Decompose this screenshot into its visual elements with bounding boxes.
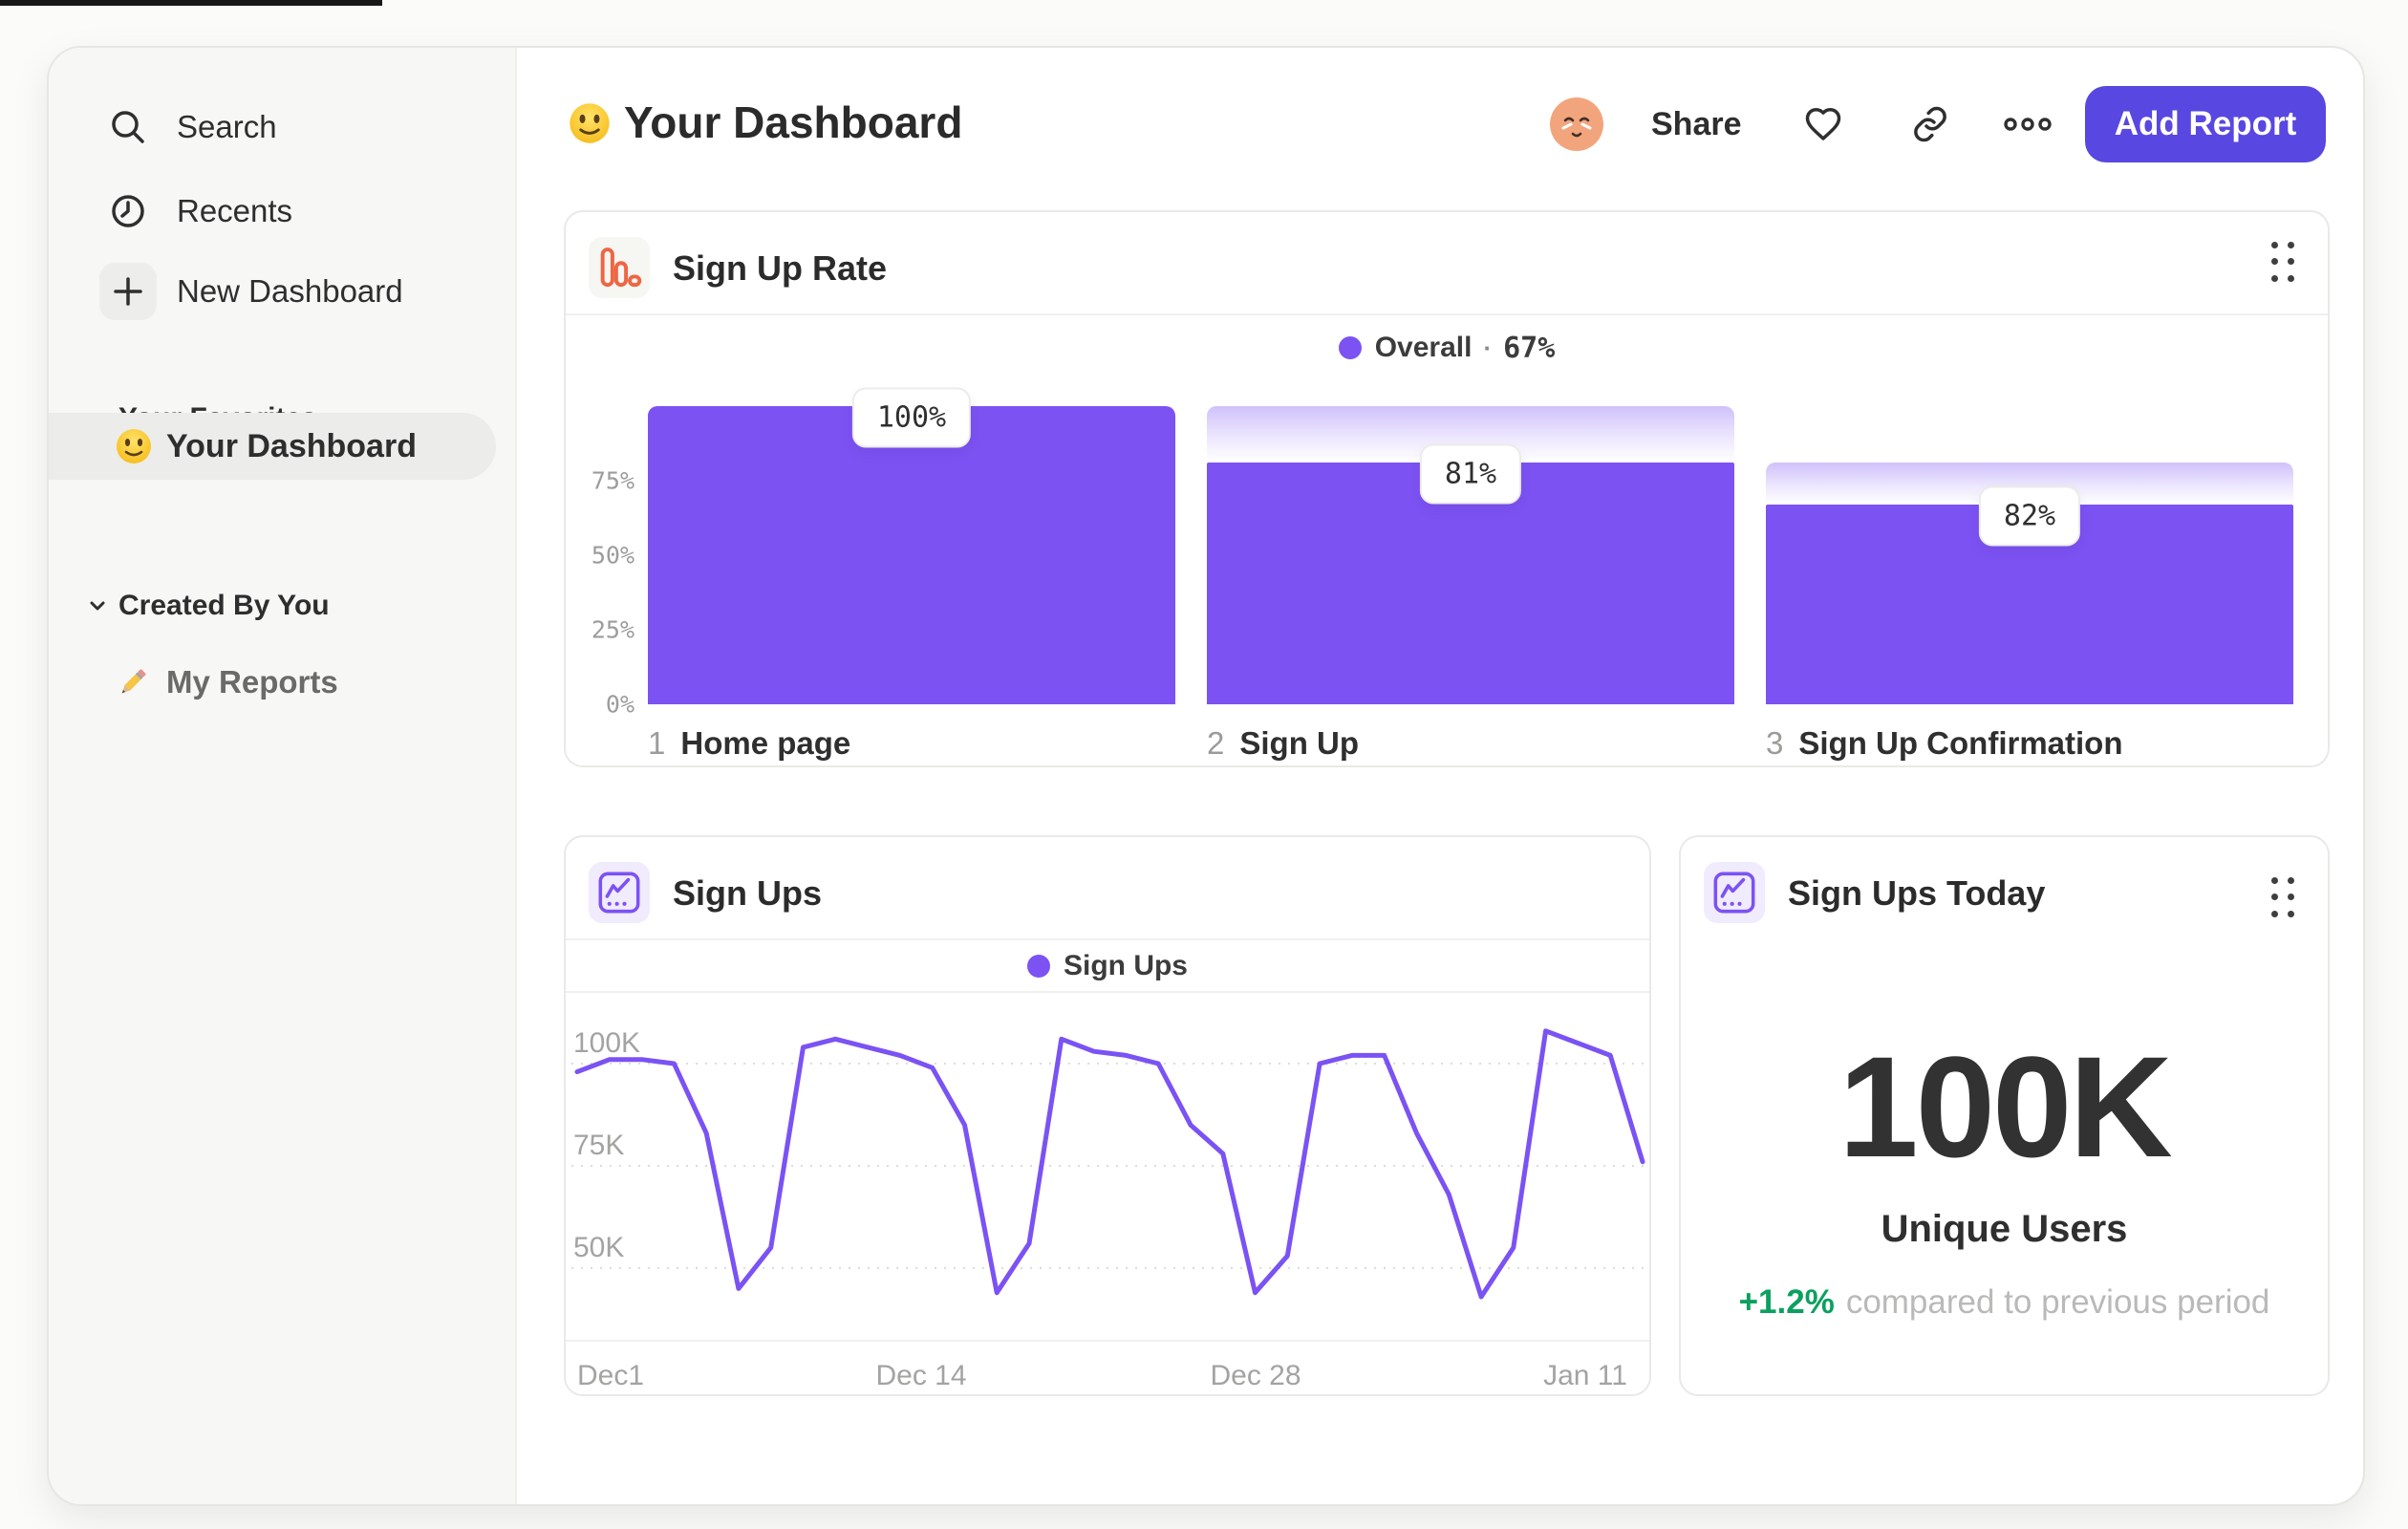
line-x-tick: Dec1 xyxy=(577,1360,644,1391)
line-y-tick: 100K xyxy=(573,1027,640,1059)
chevron-down-icon xyxy=(86,594,109,617)
line-x-tick: Dec 14 xyxy=(875,1360,966,1391)
sidebar-item-your-dashboard[interactable]: Your Dashboard xyxy=(49,413,496,480)
smiley-emoji-icon xyxy=(568,101,612,145)
search-icon xyxy=(99,98,157,156)
kpi-label: Unique Users xyxy=(1881,1208,2128,1250)
funnel-step-label: 2 Sign Up xyxy=(1207,725,1360,761)
sidebar-section-created-by-you[interactable]: Created By You xyxy=(49,583,515,629)
smiley-emoji-icon xyxy=(115,427,153,465)
sidebar-item-search[interactable]: Search xyxy=(49,94,515,161)
funnel-step-badge: 81% xyxy=(1419,443,1522,505)
screen: Search Recents New Dashboard Your Favori… xyxy=(0,0,2408,1529)
clock-icon xyxy=(99,183,157,240)
favorite-heart-icon[interactable] xyxy=(1800,101,1846,147)
line-y-tick: 75K xyxy=(573,1130,624,1161)
drag-handle[interactable] xyxy=(2267,872,2299,922)
funnel-y-tick: 0% xyxy=(605,690,634,719)
line-chart: 100K 75K 50K Dec1 Dec 14 Dec 28 Jan 11 xyxy=(566,991,1649,1394)
card-sign-up-rate: Sign Up Rate Overall · 67% 75% 50% 25% 0% 10… xyxy=(564,210,2330,767)
line-x-tick: Dec 28 xyxy=(1210,1360,1301,1391)
line-y-tick: 50K xyxy=(573,1232,624,1263)
kpi-delta-row: +1.2% compared to previous period xyxy=(1681,1283,2328,1322)
more-options-ellipsis-icon[interactable] xyxy=(2002,107,2052,153)
background-strip xyxy=(0,0,382,6)
card-sign-ups-today: Sign Ups Today 100K Unique Users +1.2% co… xyxy=(1679,835,2330,1396)
sidebar-item-label: New Dashboard xyxy=(177,273,403,309)
avatar[interactable] xyxy=(1550,97,1603,151)
legend-dot-icon xyxy=(1026,954,1050,978)
page-title: Your Dashboard xyxy=(624,97,963,147)
funnel-y-tick: 50% xyxy=(591,541,634,570)
sidebar-item-recents[interactable]: Recents xyxy=(49,178,515,245)
card-title: Sign Ups xyxy=(673,873,823,913)
kpi-value: 100K xyxy=(1838,1026,2173,1187)
line-x-tick: Jan 11 xyxy=(1543,1360,1627,1391)
kpi-delta: +1.2% xyxy=(1738,1283,1835,1321)
funnel-y-tick: 25% xyxy=(591,615,634,644)
line-series-sign-ups xyxy=(574,1028,1645,1300)
sidebar-item-new-dashboard[interactable]: New Dashboard xyxy=(49,258,515,325)
line-chart-icon xyxy=(1704,862,1765,923)
share-button[interactable]: Share xyxy=(1651,106,1742,143)
legend-sign-ups[interactable]: Sign Ups xyxy=(566,940,1649,991)
sidebar-item-label: Your Dashboard xyxy=(166,427,417,464)
copy-link-icon[interactable] xyxy=(1907,101,1953,147)
sidebar-item-label: Recents xyxy=(177,193,293,228)
kpi-delta-note: compared to previous period xyxy=(1845,1283,2270,1321)
funnel-y-tick: 75% xyxy=(591,466,634,495)
funnel-bar xyxy=(648,406,1175,704)
funnel-step-label: 3 Sign Up Confirmation xyxy=(1766,725,2123,761)
line-chart-icon xyxy=(589,862,650,923)
app-window: Search Recents New Dashboard Your Favori… xyxy=(47,46,2365,1506)
sidebar-section-title: Created By You xyxy=(118,590,330,621)
sidebar: Search Recents New Dashboard Your Favori… xyxy=(49,48,517,1504)
sidebar-item-label: Search xyxy=(177,109,277,144)
funnel-step-badge: 82% xyxy=(1978,485,2081,547)
funnel-chart: 75% 50% 25% 0% 100% 1 Home page 81% 2 Sign Up 82% 3… xyxy=(566,212,2328,765)
funnel-step-badge: 100% xyxy=(851,387,972,448)
card-title: Sign Ups Today xyxy=(1788,873,2046,913)
legend-label: Sign Ups xyxy=(1063,949,1188,981)
sidebar-item-label: My Reports xyxy=(166,664,338,700)
pencil-emoji-icon xyxy=(115,664,151,700)
plus-icon xyxy=(99,263,157,320)
sidebar-item-my-reports[interactable]: My Reports xyxy=(49,652,496,713)
funnel-step-label: 1 Home page xyxy=(648,725,851,761)
card-sign-ups: Sign Ups Sign Ups 100K 75K 50K Dec1 Dec 14 De… xyxy=(564,835,1651,1396)
add-report-button[interactable]: Add Report xyxy=(2085,86,2326,162)
